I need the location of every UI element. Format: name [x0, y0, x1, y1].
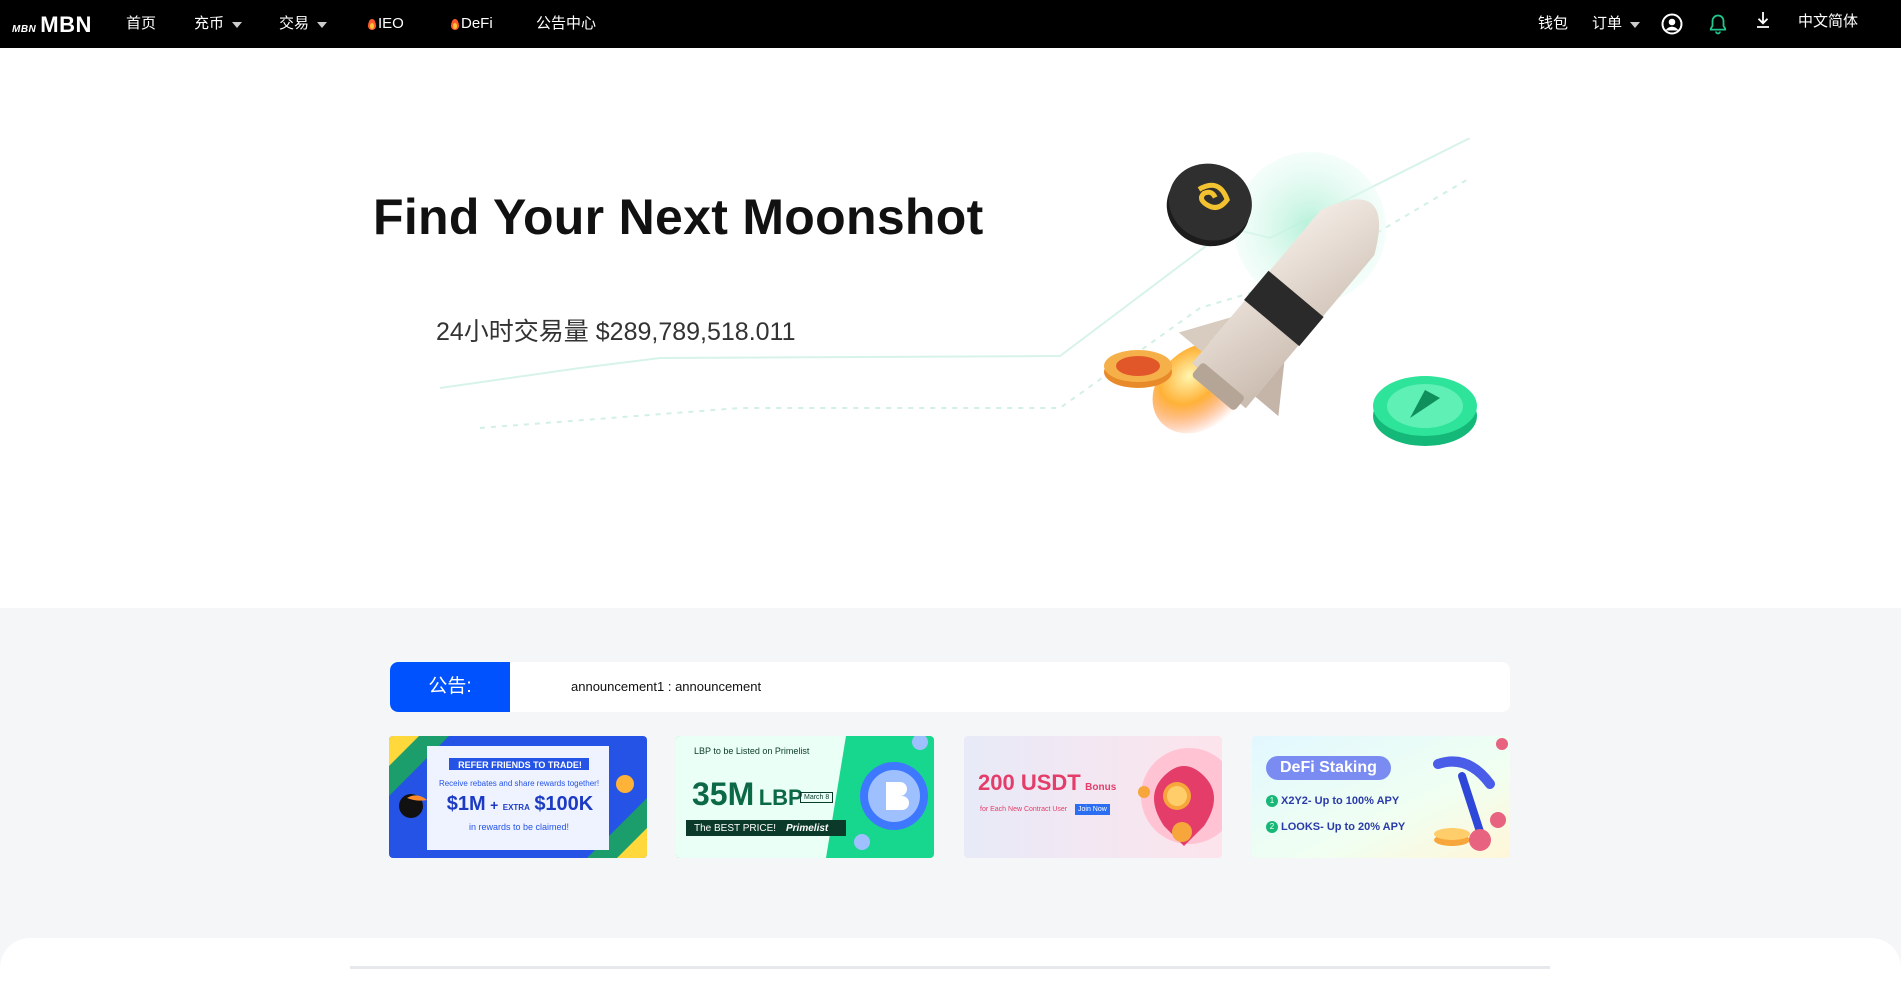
banner-usdt-art [964, 736, 1222, 858]
banner-referral-line1: REFER FRIENDS TO TRADE! [458, 760, 582, 770]
banner-defi-bullet2: 2 [1266, 821, 1278, 833]
nav-home[interactable]: 首页 [126, 14, 156, 34]
banner-referral[interactable]: REFER FRIENDS TO TRADE! Receive rebates … [389, 736, 647, 858]
banner-defi-item1: 1 X2Y2- Up to 100% APY [1266, 795, 1399, 807]
banner-primelist-date: March 8 [800, 792, 834, 803]
nav-ieo-label: IEO [378, 15, 404, 32]
hero-section: Find Your Next Moonshot 24小时交易量 $289,789… [0, 48, 1901, 608]
banner-usdt-sub: for Each New Contract User [980, 806, 1068, 813]
nav-defi-label: DeFi [461, 15, 493, 32]
announcement-label: 公告: [390, 662, 510, 712]
volume-value: $289,789,518.011 [595, 318, 796, 346]
nav-defi[interactable]: DeFi [450, 14, 493, 34]
logo-small-text: MBN [12, 24, 37, 35]
chevron-down-icon [1630, 22, 1641, 28]
banner-usdt-cta[interactable]: Join Now [1075, 804, 1110, 815]
banner-primelist-tagline: The BEST PRICE! [694, 823, 777, 834]
banner-defi-title: DeFi Staking [1266, 756, 1391, 780]
volume-label: 24小时交易量 [436, 318, 589, 346]
nav-home-label: 首页 [126, 15, 157, 32]
banner-defi-item1-text: X2Y2- Up to 100% APY [1281, 795, 1400, 807]
nav-wallet[interactable]: 钱包 [1538, 14, 1568, 34]
top-navbar: MBN MBN 首页 充币 交易 IEO DeFi 公告中心 钱包 订单 中文简… [0, 0, 1901, 48]
language-label: 中文简体 [1798, 13, 1859, 30]
fire-icon [367, 17, 377, 31]
announcement-section: 公告: announcement1 : announcement REFER F… [0, 608, 1901, 998]
banner-usdt-amount: 200 USDT Bonus [978, 770, 1116, 796]
divider [350, 966, 1550, 969]
chevron-down-icon [232, 22, 243, 28]
hero-24h-volume: 24小时交易量 $289,789,518.011 [436, 312, 796, 348]
banner-primelist-token: LBP [758, 785, 803, 810]
nav-wallet-label: 钱包 [1538, 15, 1569, 32]
banner-primelist-amount: 35M LBP [692, 776, 803, 813]
banner-referral-extra-amount: $100K [534, 793, 594, 815]
nav-trade-label: 交易 [279, 15, 310, 32]
logo-text: MBN [40, 12, 92, 37]
banner-referral-extra: EXTRA [502, 803, 530, 812]
banner-referral-line2: Receive rebates and share rewards togeth… [438, 779, 600, 788]
banner-referral-amount: $1M + EXTRA $100K [445, 793, 595, 816]
banner-primelist-line1: LBP to be Listed on Primelist [694, 746, 810, 756]
banner-defi-staking[interactable]: DeFi Staking 1 X2Y2- Up to 100% APY 2 LO… [1252, 736, 1510, 858]
nav-orders-label: 订单 [1592, 15, 1623, 32]
nav-trade[interactable]: 交易 [279, 14, 328, 34]
user-circle-icon[interactable] [1660, 12, 1684, 36]
banner-defi-item2-text: LOOKS- Up to 20% APY [1281, 821, 1406, 833]
fire-icon [450, 17, 460, 31]
bell-icon[interactable] [1706, 12, 1730, 36]
nav-ieo[interactable]: IEO [367, 14, 404, 34]
banner-referral-plus: + [490, 797, 499, 813]
logo[interactable]: MBN MBN [12, 12, 92, 37]
banner-primelist-brand: Primelist [786, 823, 829, 834]
banner-usdt-bonus-label: Bonus [1085, 782, 1117, 793]
banner-usdt-number: 200 USDT [978, 770, 1081, 795]
nav-deposit[interactable]: 充币 [194, 14, 243, 34]
chevron-down-icon [317, 22, 328, 28]
banner-defi-bullet1: 1 [1266, 795, 1278, 807]
nav-announcements-label: 公告中心 [536, 15, 597, 32]
nav-announcements[interactable]: 公告中心 [536, 14, 596, 34]
announcement-text[interactable]: announcement1 : announcement [571, 662, 761, 712]
banner-primelist[interactable]: LBP to be Listed on Primelist 35M LBP Ma… [676, 736, 934, 858]
download-icon[interactable] [1751, 9, 1775, 33]
hero-title: Find Your Next Moonshot [373, 189, 984, 245]
banner-referral-main: $1M [446, 793, 486, 815]
banner-referral-line3: in rewards to be claimed! [468, 822, 570, 832]
banner-usdt-bonus[interactable]: 200 USDT Bonus for Each New Contract Use… [964, 736, 1222, 858]
banner-defi-item2: 2 LOOKS- Up to 20% APY [1266, 821, 1405, 833]
nav-orders[interactable]: 订单 [1592, 14, 1641, 34]
announcement-bar[interactable]: 公告: announcement1 : announcement [390, 662, 1510, 712]
nav-deposit-label: 充币 [194, 15, 225, 32]
language-selector[interactable]: 中文简体 [1798, 12, 1858, 32]
banner-primelist-number: 35M [692, 776, 755, 812]
